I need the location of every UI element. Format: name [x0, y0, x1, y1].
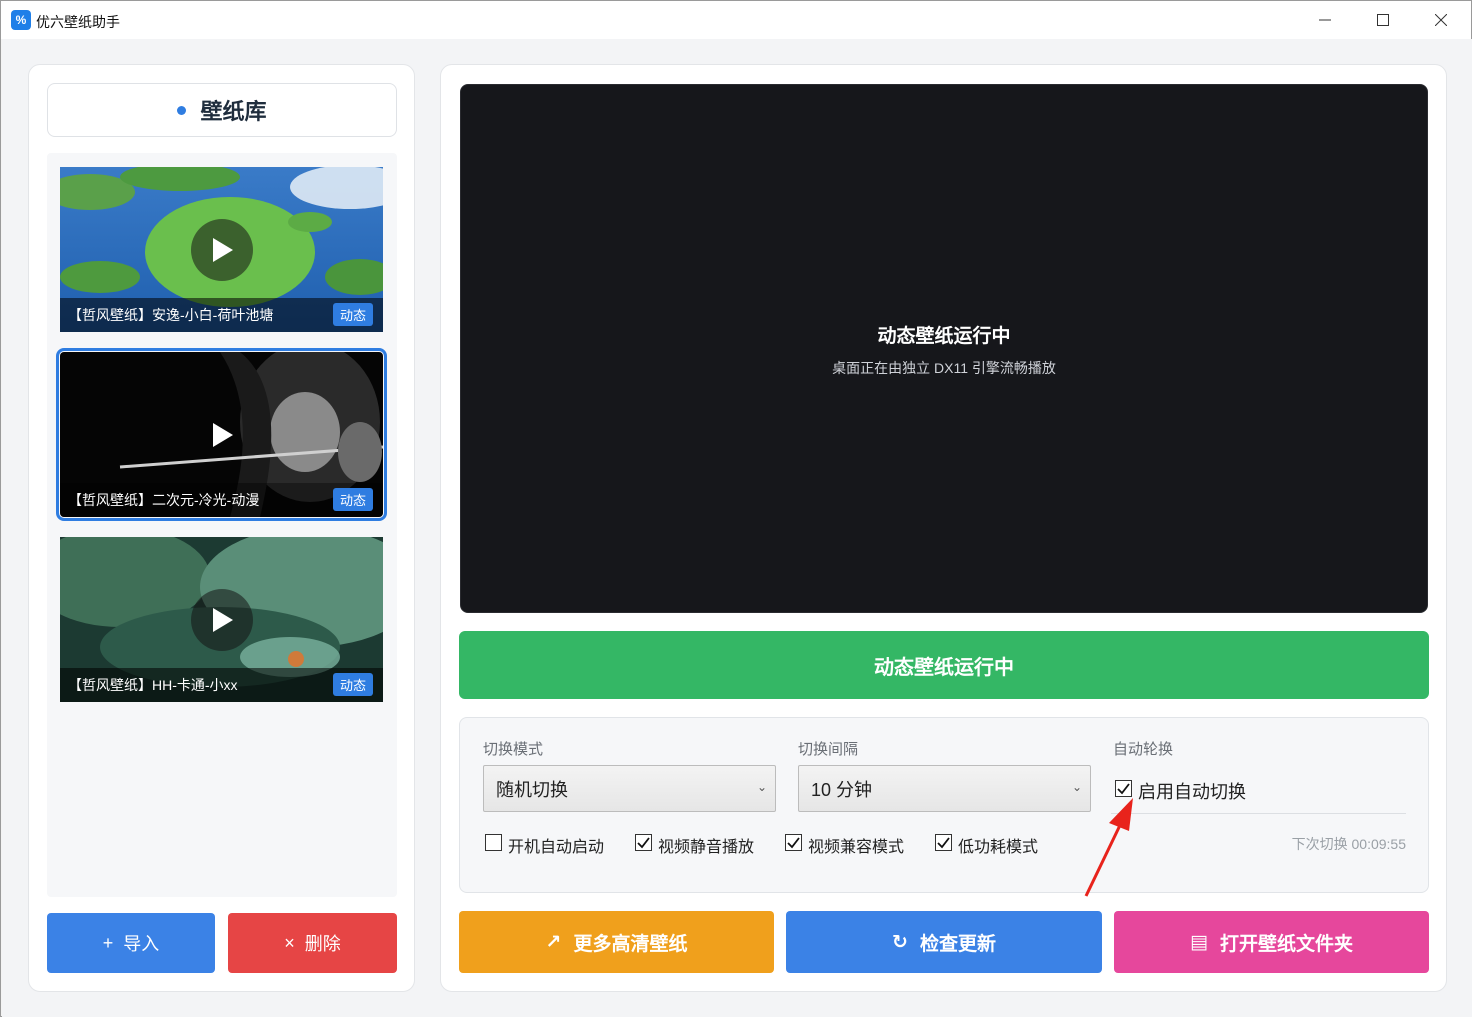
close-button[interactable] — [1412, 1, 1470, 39]
play-triangle-icon — [213, 608, 233, 632]
wallpaper-card[interactable]: 【哲风壁纸】二次元-冷光-动漫 动态 — [56, 348, 387, 521]
chevron-down-icon: ⌄ — [756, 780, 767, 794]
control-panel: 动态壁纸运行中 桌面正在由独立 DX11 引擎流畅播放 动态壁纸运行中 切换模式… — [440, 64, 1447, 992]
card-title: 【哲风壁纸】安逸-小白-荷叶池塘 — [68, 307, 274, 323]
play-icon[interactable] — [191, 219, 253, 281]
auto-rotate-label: 自动轮换 — [1113, 741, 1174, 758]
client-area: 壁纸库 【哲风壁纸】安逸-小白-荷叶池塘 动态 【哲风壁纸】二次元-冷光-动漫 … — [2, 39, 1472, 1017]
open-folder-label: 打开壁纸文件夹 — [1219, 933, 1353, 955]
autostart-checkbox[interactable] — [485, 834, 502, 851]
mute-video-label: 视频静音播放 — [658, 839, 755, 856]
import-button[interactable]: + 导入 — [47, 913, 215, 973]
check-update-label: 检查更新 — [919, 933, 996, 955]
switch-interval-label: 切换间隔 — [798, 741, 859, 758]
checkmark-icon — [787, 837, 800, 849]
library-header: 壁纸库 — [47, 83, 397, 137]
wallpaper-preview: 动态壁纸运行中 桌面正在由独立 DX11 引擎流畅播放 — [460, 84, 1428, 613]
dynamic-badge: 动态 — [332, 488, 373, 511]
switch-interval-value: 10 分钟 — [811, 779, 873, 800]
play-triangle-icon — [213, 238, 233, 262]
compat-mode-checkbox[interactable] — [785, 834, 802, 851]
auto-switch-label: 启用自动切换 — [1138, 782, 1246, 802]
title-bar[interactable]: % 优六壁纸助手 — [1, 1, 1471, 39]
more-wallpapers-button[interactable]: ↗ 更多高清壁纸 — [459, 911, 774, 973]
wallpaper-list[interactable]: 【哲风壁纸】安逸-小白-荷叶池塘 动态 【哲风壁纸】二次元-冷光-动漫 动态 【… — [47, 153, 397, 897]
switch-mode-value: 随机切换 — [496, 779, 568, 800]
app-logo-icon: % — [11, 10, 31, 30]
plus-icon: + — [102, 932, 114, 953]
open-folder-button[interactable]: ▤ 打开壁纸文件夹 — [1114, 911, 1429, 973]
dynamic-badge: 动态 — [332, 673, 373, 696]
wallpaper-card[interactable]: 【哲风壁纸】安逸-小白-荷叶池塘 动态 — [60, 167, 383, 332]
wallpaper-card[interactable]: 【哲风壁纸】HH-卡通-小xx 动态 — [60, 537, 383, 702]
window-title: 优六壁纸助手 — [36, 14, 120, 30]
maximize-icon — [1377, 14, 1389, 26]
checkmark-icon — [937, 837, 950, 849]
chevron-down-icon: ⌄ — [1071, 780, 1082, 794]
next-switch-countdown: 下次切换 00:09:55 — [1291, 836, 1406, 852]
autostart-label: 开机自动启动 — [508, 839, 605, 856]
settings-panel: 切换模式 随机切换 ⌄ 切换间隔 10 分钟 ⌄ 自动轮换 启用自动切换 开机自… — [459, 717, 1429, 893]
mute-video-checkbox[interactable] — [635, 834, 652, 851]
compat-mode-label: 视频兼容模式 — [808, 839, 905, 856]
low-power-label: 低功耗模式 — [958, 839, 1039, 856]
more-wallpapers-label: 更多高清壁纸 — [573, 933, 688, 955]
checkmark-icon — [637, 837, 650, 849]
play-icon[interactable] — [191, 589, 253, 651]
auto-switch-checkbox[interactable] — [1115, 780, 1132, 797]
maximize-button[interactable] — [1354, 1, 1412, 39]
delete-button[interactable]: × 删除 — [228, 913, 397, 973]
wallpaper-library-panel: 壁纸库 【哲风壁纸】安逸-小白-荷叶池塘 动态 【哲风壁纸】二次元-冷光-动漫 … — [28, 64, 415, 992]
card-title: 【哲风壁纸】二次元-冷光-动漫 — [68, 492, 260, 508]
close-x-icon: × — [284, 932, 295, 953]
delete-label: 删除 — [304, 934, 341, 954]
play-triangle-icon — [213, 423, 233, 447]
card-title: 【哲风壁纸】HH-卡通-小xx — [68, 677, 238, 693]
close-icon — [1435, 14, 1447, 26]
library-title: 壁纸库 — [200, 99, 267, 124]
switch-mode-label: 切换模式 — [483, 741, 544, 758]
folder-list-icon: ▤ — [1190, 931, 1208, 953]
minimize-button[interactable] — [1296, 1, 1354, 39]
switch-interval-select[interactable]: 10 分钟 ⌄ — [798, 765, 1091, 812]
divider — [1111, 813, 1406, 814]
preview-title: 动态壁纸运行中 — [877, 326, 1011, 347]
switch-mode-select[interactable]: 随机切换 ⌄ — [483, 765, 776, 812]
import-label: 导入 — [123, 934, 160, 954]
preview-subtitle: 桌面正在由独立 DX11 引擎流畅播放 — [832, 360, 1056, 376]
dynamic-badge: 动态 — [332, 303, 373, 326]
check-update-button[interactable]: ↻ 检查更新 — [786, 911, 1102, 973]
minimize-icon — [1319, 19, 1331, 21]
bullet-dot-icon — [177, 105, 187, 115]
checkmark-icon — [1117, 783, 1130, 795]
app-window: % 优六壁纸助手 壁纸库 【哲风壁纸】安逸-小白-荷叶池塘 动态 【哲风壁纸】二… — [0, 0, 1472, 1017]
refresh-icon: ↻ — [892, 931, 908, 953]
play-icon[interactable] — [191, 404, 253, 466]
low-power-checkbox[interactable] — [935, 834, 952, 851]
running-status-button[interactable]: 动态壁纸运行中 — [459, 631, 1429, 699]
external-link-arrow-icon: ↗ — [545, 931, 562, 953]
